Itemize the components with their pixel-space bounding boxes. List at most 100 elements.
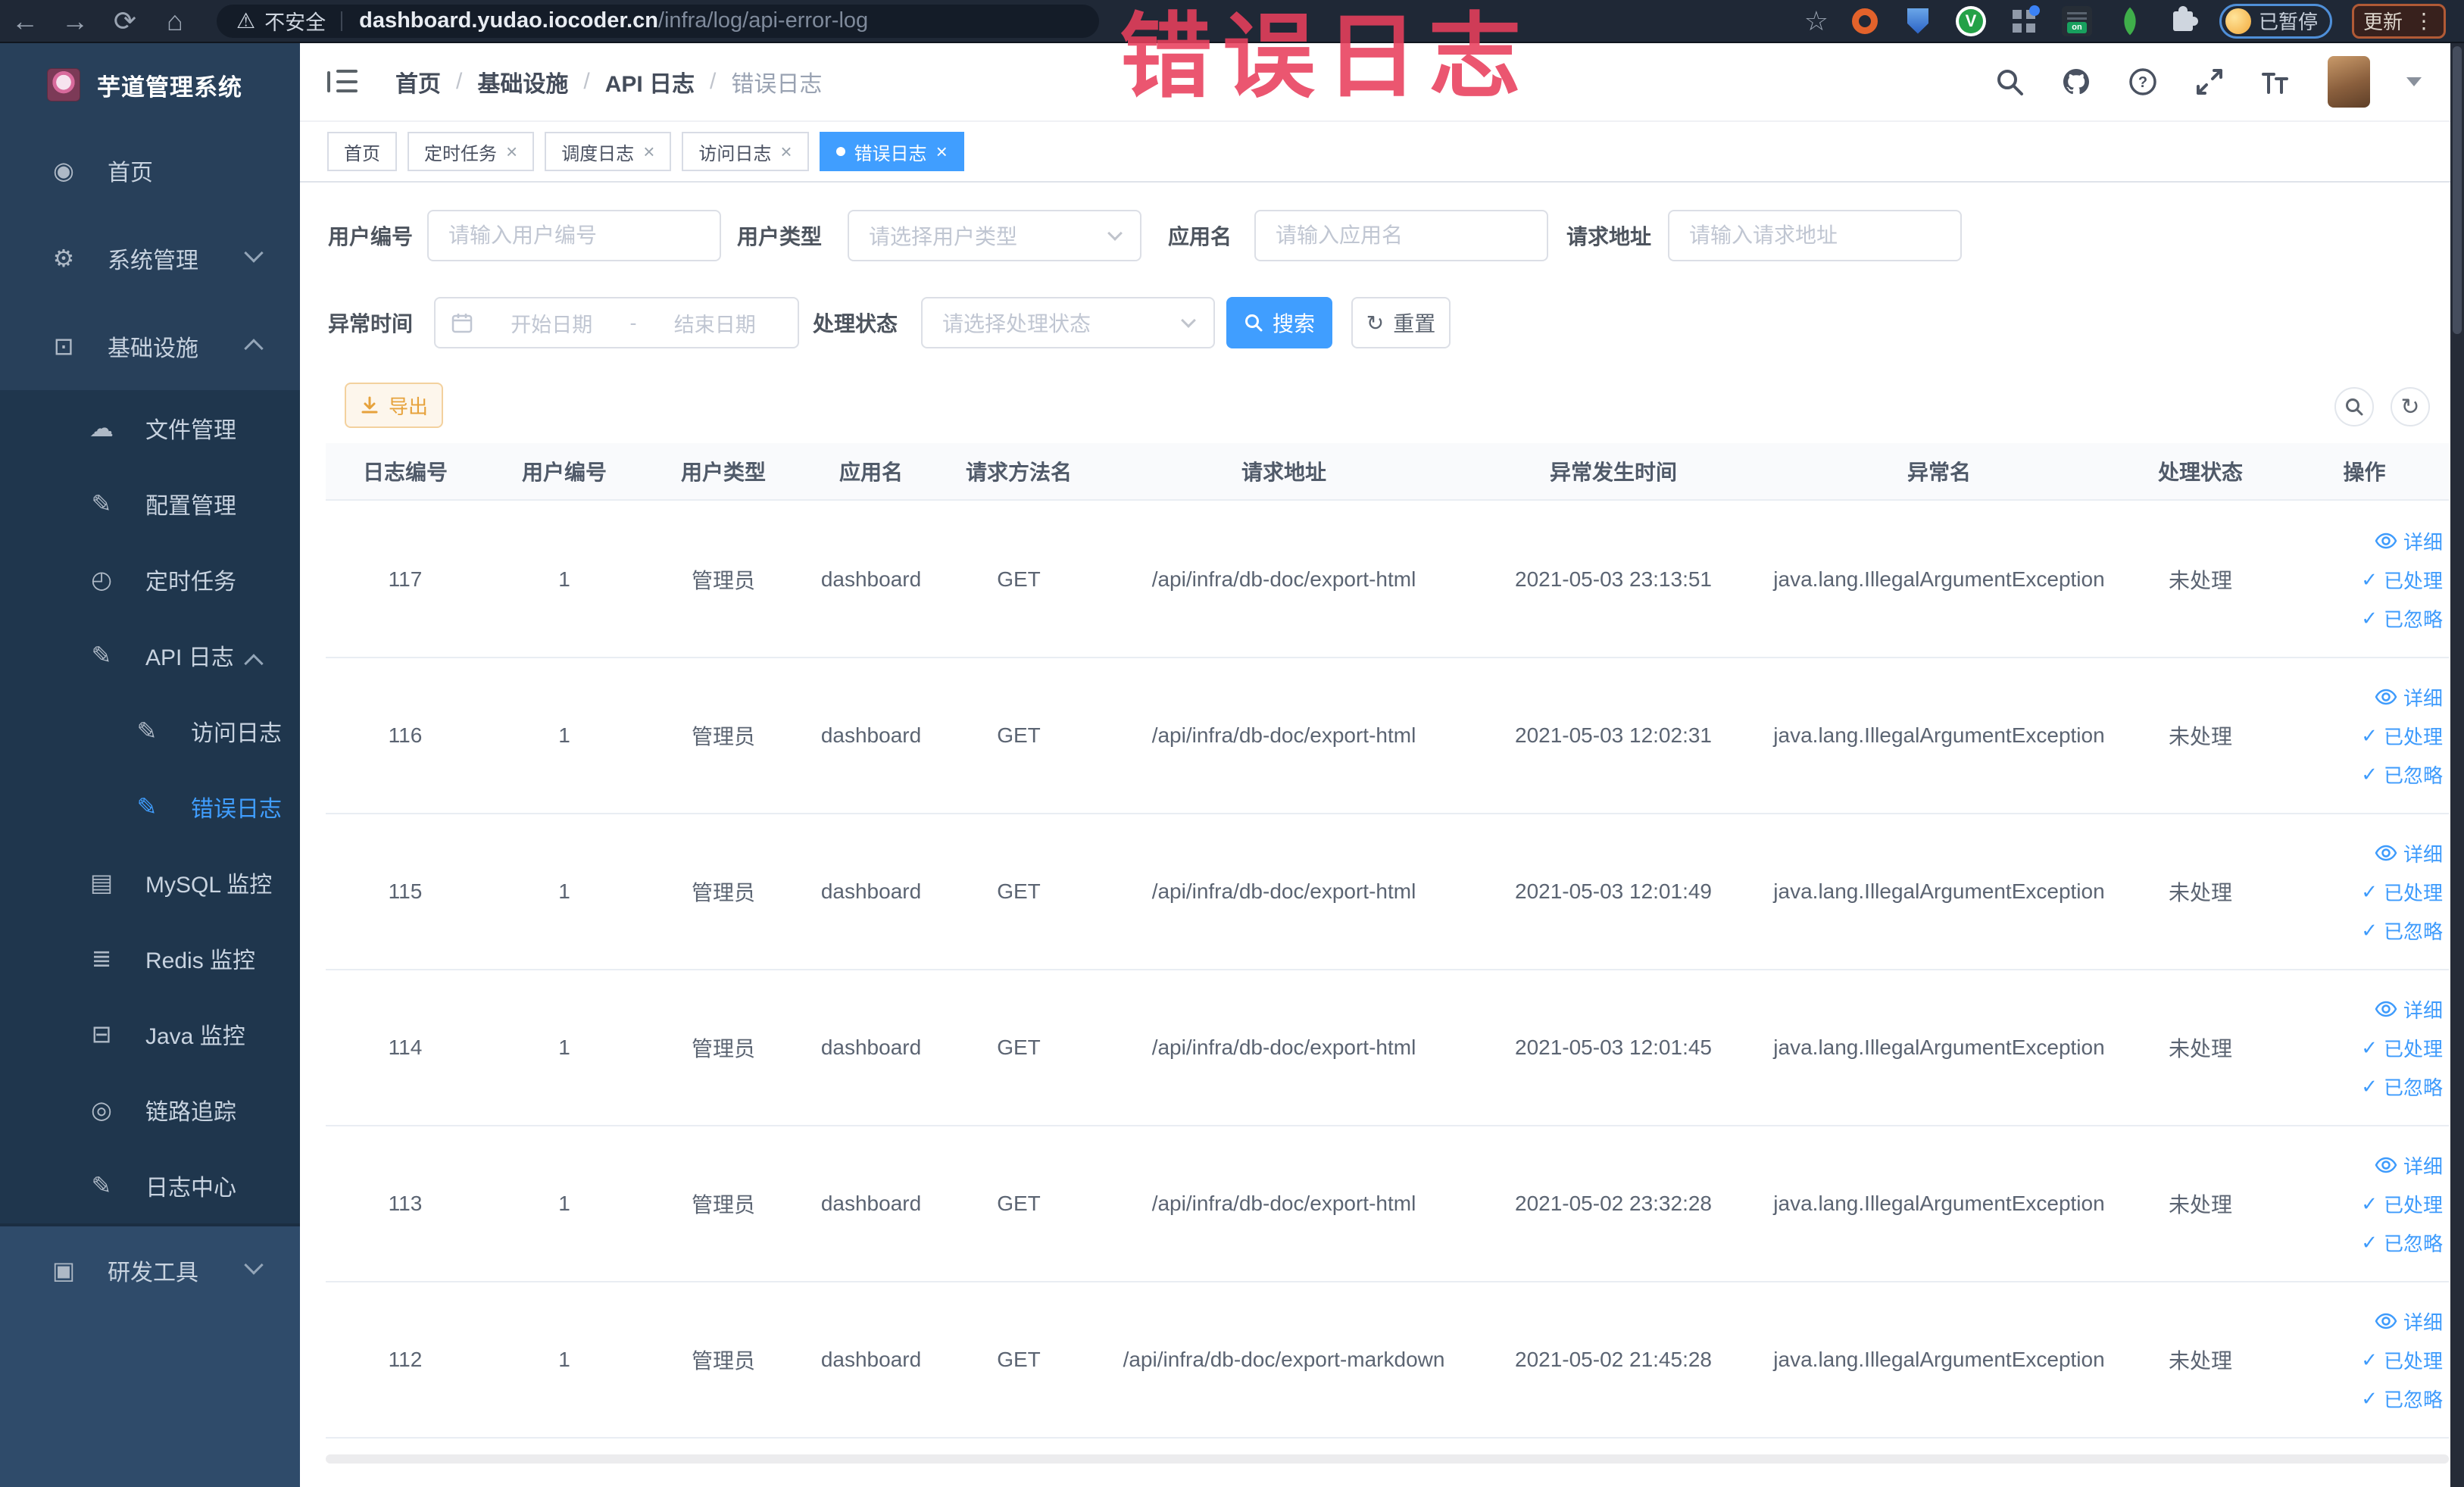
browser-back-icon[interactable]: ← xyxy=(0,5,50,37)
sidebar-item-log-center[interactable]: ✎ 日志中心 xyxy=(0,1148,300,1223)
sidebar-item-label: 基础设施 xyxy=(108,336,198,361)
scrollbar-thumb[interactable] xyxy=(2453,46,2462,334)
user-id-input[interactable] xyxy=(427,210,721,261)
sidebar-item-cron-jobs[interactable]: ◴ 定时任务 xyxy=(0,542,300,617)
user-menu-caret-icon[interactable] xyxy=(2406,77,2422,86)
help-icon[interactable]: ? xyxy=(2128,67,2158,97)
extension-green-v-icon[interactable]: V xyxy=(1954,5,1988,38)
font-size-icon[interactable] xyxy=(2261,67,2291,97)
tab-错误日志[interactable]: 错误日志 × xyxy=(819,132,964,171)
search-button[interactable]: 搜索 xyxy=(1226,297,1332,348)
tab-定时任务[interactable]: 定时任务 × xyxy=(408,132,535,171)
table-bottom-scrollbar[interactable] xyxy=(326,1454,2449,1464)
detail-link[interactable]: 详细 xyxy=(2375,995,2443,1023)
bookmark-star-icon[interactable]: ☆ xyxy=(1804,5,1828,37)
sidebar-item-infrastructure[interactable]: ⊡ 基础设施 xyxy=(0,302,300,390)
github-icon[interactable] xyxy=(2061,67,2091,97)
sidebar-item-mysql-monitor[interactable]: ▤ MySQL 监控 xyxy=(0,845,300,920)
close-icon[interactable]: × xyxy=(936,142,948,161)
detail-link[interactable]: 详细 xyxy=(2375,683,2443,711)
mark-ignored-link-label: 已忽略 xyxy=(2383,920,2443,943)
security-label[interactable]: 不安全 xyxy=(264,6,326,36)
close-icon[interactable]: × xyxy=(780,142,792,161)
exception-time-range-picker[interactable]: 开始日期 - 结束日期 xyxy=(434,297,799,348)
extension-on-badge-icon[interactable]: on xyxy=(2060,5,2094,38)
mark-ignored-link[interactable]: ✓ 已忽略 xyxy=(2361,1385,2443,1413)
reset-button[interactable]: ↻ 重置 xyxy=(1351,297,1451,348)
sidebar-item-home[interactable]: ◉ 首页 xyxy=(0,127,300,214)
browser-profile-chip[interactable]: 已暂停 xyxy=(2219,3,2332,39)
mark-processed-link[interactable]: ✓ 已处理 xyxy=(2361,878,2443,906)
export-button[interactable]: 导出 xyxy=(345,383,443,428)
extension-orange-icon[interactable] xyxy=(1848,5,1882,38)
sidebar-item-system-mgmt[interactable]: ⚙ 系统管理 xyxy=(0,214,300,302)
download-icon xyxy=(361,396,378,414)
mark-processed-link[interactable]: ✓ 已处理 xyxy=(2361,566,2443,594)
logo-avatar-image xyxy=(47,68,80,102)
browser-toolbar: ← → ⟳ ⌂ ⚠ 不安全 dashboard.yudao.iocoder.cn… xyxy=(0,0,2464,43)
mark-ignored-link[interactable]: ✓ 已忽略 xyxy=(2361,604,2443,633)
sidebar-item-trace[interactable]: ◎ 链路追踪 xyxy=(0,1072,300,1148)
cell-user_id: 1 xyxy=(558,567,570,591)
table-row: 116 1 管理员 dashboard GET/api/infra/db-doc/exp… xyxy=(326,658,2449,814)
mark-processed-link[interactable]: ✓ 已处理 xyxy=(2361,1190,2443,1218)
mark-ignored-link[interactable]: ✓ 已忽略 xyxy=(2361,917,2443,945)
app-name-input[interactable] xyxy=(1254,210,1548,261)
mark-processed-link[interactable]: ✓ 已处理 xyxy=(2361,1034,2443,1062)
mark-ignored-link[interactable]: ✓ 已忽略 xyxy=(2361,761,2443,789)
detail-link[interactable]: 详细 xyxy=(2375,839,2443,867)
app-logo[interactable]: 芋道管理系统 xyxy=(0,43,300,127)
address-bar[interactable]: ⚠ 不安全 dashboard.yudao.iocoder.cn /infra/… xyxy=(217,4,1099,38)
cell-app: dashboard xyxy=(820,723,922,747)
extension-shield-icon[interactable] xyxy=(1901,5,1935,38)
dev-tools-icon: ▣ xyxy=(52,1257,76,1284)
close-icon[interactable]: × xyxy=(506,142,517,161)
extension-puzzle-icon[interactable] xyxy=(2166,5,2200,38)
sidebar-item-error-logs[interactable]: ✎ 错误日志 xyxy=(0,769,300,845)
request-url-input[interactable] xyxy=(1668,210,1962,261)
user-avatar[interactable] xyxy=(2328,56,2370,108)
close-icon[interactable]: × xyxy=(643,142,654,161)
sidebar-item-java-monitor[interactable]: ⊟ Java 监控 xyxy=(0,996,300,1072)
leaf-shape xyxy=(2116,7,2144,35)
sidebar-item-config-mgmt[interactable]: ✎ 配置管理 xyxy=(0,466,300,542)
cell-url: /api/infra/db-doc/export-markdown xyxy=(1123,1348,1445,1371)
fullscreen-icon[interactable] xyxy=(2194,67,2225,97)
extension-grid-icon[interactable] xyxy=(2007,5,2041,38)
mark-processed-link[interactable]: ✓ 已处理 xyxy=(2361,1346,2443,1374)
mark-processed-link[interactable]: ✓ 已处理 xyxy=(2361,722,2443,750)
breadcrumb-item-2[interactable]: 基础设施 xyxy=(477,65,568,98)
search-icon[interactable] xyxy=(1994,67,2025,97)
detail-link[interactable]: 详细 xyxy=(2375,1307,2443,1335)
cell-exception: java.lang.IllegalArgumentException xyxy=(1773,879,2105,903)
mark-ignored-link[interactable]: ✓ 已忽略 xyxy=(2361,1229,2443,1257)
browser-update-button[interactable]: 更新 ⋮ xyxy=(2351,3,2446,39)
tab-首页[interactable]: 首页 xyxy=(327,132,397,171)
process-status-select[interactable]: 请选择处理状态 xyxy=(921,297,1215,348)
tab-调度日志[interactable]: 调度日志 × xyxy=(545,132,672,171)
extension-sprout-icon[interactable] xyxy=(2113,5,2147,38)
sidebar-item-access-logs[interactable]: ✎ 访问日志 xyxy=(0,693,300,769)
sidebar-collapse-icon[interactable] xyxy=(327,70,358,94)
refresh-table-button[interactable]: ↻ xyxy=(2391,387,2430,426)
browser-reload-icon[interactable]: ⟳ xyxy=(100,5,150,37)
breadcrumb-item-1[interactable]: 首页 xyxy=(395,65,441,98)
browser-forward-icon[interactable]: → xyxy=(50,5,100,37)
detail-link[interactable]: 详细 xyxy=(2375,527,2443,555)
sidebar-item-api-logs[interactable]: ✎ API 日志 xyxy=(0,617,300,693)
detail-link-label: 详细 xyxy=(2403,530,2443,554)
breadcrumb-item-3[interactable]: API 日志 xyxy=(605,65,695,98)
browser-menu-dots-icon[interactable]: ⋮ xyxy=(2413,8,2434,33)
sidebar-item-file-mgmt[interactable]: ☁ 文件管理 xyxy=(0,390,300,466)
tab-访问日志[interactable]: 访问日志 × xyxy=(682,132,809,171)
window-scrollbar[interactable] xyxy=(2450,43,2464,1487)
sidebar-item-redis-monitor[interactable]: ≣ Redis 监控 xyxy=(0,920,300,996)
mark-ignored-link[interactable]: ✓ 已忽略 xyxy=(2361,1073,2443,1101)
sidebar-item-label: 文件管理 xyxy=(145,418,236,443)
browser-home-icon[interactable]: ⌂ xyxy=(150,5,200,37)
cell-time: 2021-05-03 12:01:45 xyxy=(1515,1036,1712,1059)
sidebar-item-dev-tools[interactable]: ▣ 研发工具 xyxy=(0,1226,300,1314)
toggle-search-button[interactable] xyxy=(2334,387,2374,426)
detail-link[interactable]: 详细 xyxy=(2375,1151,2443,1179)
user-type-select[interactable]: 请选择用户类型 xyxy=(848,210,1141,261)
